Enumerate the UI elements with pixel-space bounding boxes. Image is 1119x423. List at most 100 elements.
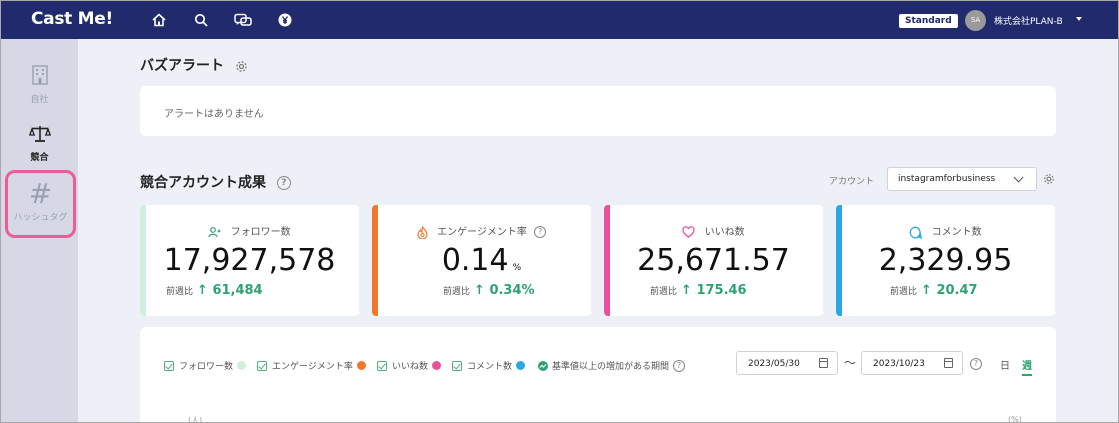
buzz-alert-title: バズアラート [140, 55, 248, 75]
period-tab-day[interactable]: 日 [1000, 357, 1010, 372]
chevron-down-icon[interactable] [1076, 17, 1082, 21]
delta-number: 0.34% [489, 283, 535, 298]
calendar-icon [944, 358, 953, 368]
sidebar-item-label: 競合 [30, 153, 49, 163]
legend-dot [432, 361, 442, 370]
user-icon [208, 226, 221, 237]
metric-label: いいね数 [704, 227, 745, 238]
comment-icon [910, 226, 923, 239]
metric-value-number: 2,329.95 [878, 243, 1013, 278]
legend-label: いいね数 [392, 362, 429, 372]
competitor-title-text: 競合アカウント成果 [140, 175, 266, 191]
main-content: バズアラート アラートはありません 競合アカウント成果 ? アカウント inst… [78, 39, 1118, 423]
delta-value: ↑ 175.46 [681, 283, 747, 298]
account-label: アカウント [829, 177, 875, 187]
legend-dot [516, 361, 526, 370]
chart-panel: フォロワー数 エンゲージメント率 いいね数 コメント数 基準値以上の増加がある期 [140, 327, 1056, 423]
search-icon[interactable] [193, 12, 209, 28]
sidebar-item-label: 自社 [30, 95, 49, 105]
top-bar: Cast Me! Standard SA 株式会社PLAN-B [1, 1, 1118, 39]
y-axis-right-unit: (%) [1008, 415, 1022, 423]
date-to-input[interactable]: 2023/10/23 [861, 351, 963, 375]
metric-header: フォロワー数 [140, 223, 359, 238]
gear-icon[interactable] [235, 60, 248, 73]
gear-icon[interactable] [1043, 173, 1055, 185]
checkbox-icon [164, 360, 174, 371]
metric-delta: 前週比 ↑ 61,484 [166, 283, 263, 298]
metric-card-likes: いいね数 25,671.57 前週比 ↑ 175.46 [604, 205, 823, 316]
metric-delta: 前週比 ↑ 20.47 [890, 283, 978, 298]
date-to-value: 2023/10/23 [873, 359, 925, 369]
legend-item-comments[interactable]: コメント数 [452, 359, 526, 372]
heart-icon [682, 226, 696, 238]
plan-badge: Standard [899, 14, 958, 28]
legend-label: フォロワー数 [179, 362, 234, 372]
metric-delta: 前週比 ↑ 0.34% [443, 283, 535, 298]
delta-value: ↑ 0.34% [474, 283, 535, 298]
y-axis-left-unit: (人) [188, 416, 203, 423]
sidebar-item-competitor[interactable]: 競合 [1, 125, 78, 163]
date-range-separator: 〜 [844, 356, 857, 370]
app-logo[interactable]: Cast Me! [31, 9, 113, 29]
legend-item-threshold: 基準値以上の増加がある期間 ? [538, 359, 686, 372]
account-select[interactable]: instagramforbusiness [887, 167, 1037, 191]
account-select-value: instagramforbusiness [898, 174, 996, 184]
metric-header: エンゲージメント率 ? [372, 223, 591, 239]
help-icon[interactable]: ? [673, 359, 686, 372]
sidebar-item-hashtag[interactable]: # ハッシュタグ [5, 170, 76, 238]
delta-label: 前週比 [443, 287, 471, 297]
legend-item-followers[interactable]: フォロワー数 [164, 359, 247, 372]
company-name[interactable]: 株式会社PLAN-B [994, 14, 1063, 27]
legend-label: コメント数 [467, 362, 513, 372]
buzz-alert-panel: アラートはありません [140, 86, 1056, 136]
metric-card-engagement: エンゲージメント率 ? 0.14% 前週比 ↑ 0.34% [372, 205, 591, 316]
building-icon [31, 65, 48, 85]
scale-icon [28, 126, 51, 142]
metric-header: いいね数 [604, 223, 823, 238]
competitor-title: 競合アカウント成果 ? [140, 172, 291, 192]
metric-header: コメント数 [836, 223, 1055, 239]
delta-number: 20.47 [936, 283, 978, 298]
checkbox-icon [377, 360, 387, 371]
metric-value: 0.14% [372, 243, 591, 278]
delta-value: ↑ 20.47 [921, 283, 978, 298]
app-frame: Cast Me! Standard SA 株式会社PLAN-B 自社 競合 # [0, 0, 1119, 423]
chevron-down-icon [1013, 172, 1024, 183]
delta-label: 前週比 [890, 287, 918, 297]
help-icon[interactable]: ? [276, 176, 291, 190]
metric-value: 25,671.57 [604, 243, 823, 278]
help-icon[interactable]: ? [534, 226, 547, 238]
metric-value-number: 17,927,578 [163, 243, 336, 278]
legend-dot [237, 361, 247, 370]
metric-value: 2,329.95 [836, 243, 1055, 278]
empty-alert-text: アラートはありません [164, 109, 264, 120]
hashtag-icon: # [28, 177, 53, 210]
date-from-input[interactable]: 2023/05/30 [736, 351, 838, 375]
sidebar-item-label: ハッシュタグ [13, 213, 68, 223]
buzz-alert-title-text: バズアラート [140, 58, 224, 74]
metric-unit: % [512, 263, 522, 273]
trend-icon [538, 360, 548, 371]
legend-dot [356, 361, 366, 370]
delta-number: 61,484 [212, 283, 263, 298]
help-icon[interactable]: ? [970, 358, 982, 370]
legend-item-engagement[interactable]: エンゲージメント率 [257, 359, 366, 372]
sidebar-item-own[interactable]: 自社 [1, 65, 78, 105]
legend-label: 基準値以上の増加がある期間 [552, 362, 670, 372]
metric-label: コメント数 [931, 227, 982, 238]
yen-icon[interactable] [277, 12, 293, 28]
legend-item-likes[interactable]: いいね数 [377, 359, 442, 372]
sidebar: 自社 競合 # ハッシュタグ [1, 39, 78, 422]
checkbox-icon [452, 360, 462, 371]
avatar[interactable]: SA [965, 10, 986, 31]
metric-delta: 前週比 ↑ 175.46 [650, 283, 747, 298]
delta-value: ↑ 61,484 [197, 283, 263, 298]
checkbox-icon [257, 360, 267, 371]
period-tab-week[interactable]: 週 [1022, 357, 1032, 376]
home-icon[interactable] [151, 12, 167, 28]
chat-icon[interactable] [233, 12, 253, 28]
metric-value-number: 0.14 [441, 243, 509, 278]
delta-label: 前週比 [650, 287, 678, 297]
calendar-icon [819, 358, 828, 368]
metric-value-number: 25,671.57 [637, 243, 790, 278]
